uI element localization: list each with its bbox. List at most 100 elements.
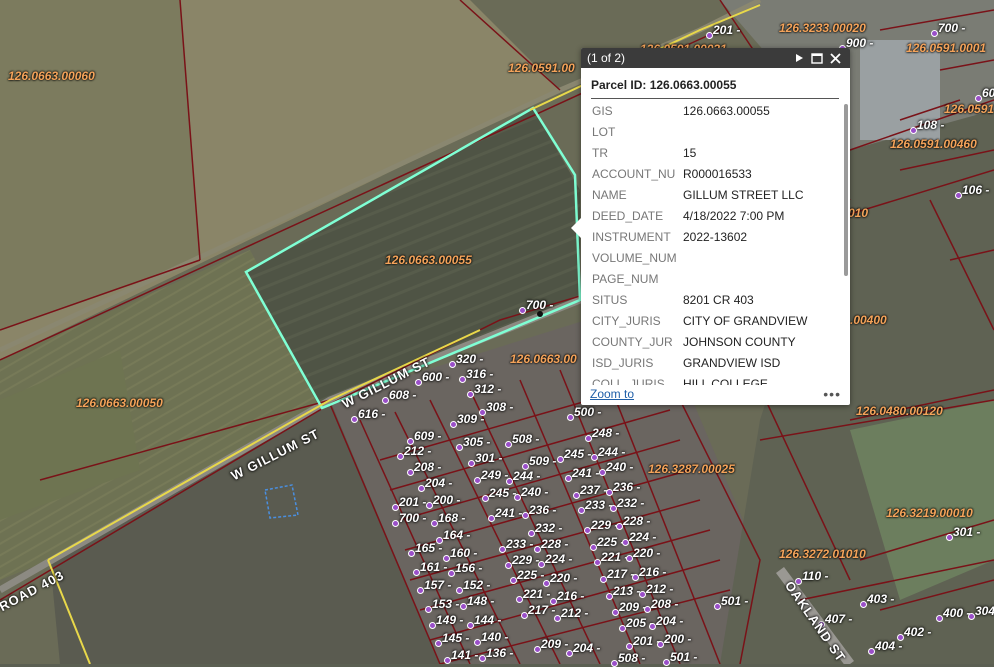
lot-number: 609 - [406,429,442,445]
lot-number: 900 - [838,36,874,52]
lot-number: 320 - [448,352,484,368]
attribute-row: LOT [581,121,850,142]
lot-number: 244 - [590,445,626,461]
lot-number: 232 - [527,521,563,537]
lot-number: 508 - [504,432,540,448]
lot-number: 509 - [521,454,557,470]
lot-number: 305 - [455,435,491,451]
parcel-label: 010 [848,206,869,220]
lot-number: 149 - [428,613,464,629]
next-feature-button[interactable] [790,48,808,68]
lot-number: 403 - [859,592,895,608]
lot-number: 209 - [611,600,647,616]
lot-number: 220 - [625,546,661,562]
attribute-key: PAGE_NUM [592,271,659,286]
lot-number: 225 - [589,535,625,551]
lot-number: 236 - [605,480,641,496]
lot-number: 224 - [621,530,657,546]
lot-number: 600 - [414,370,450,386]
lot-number: 200 - [425,493,461,509]
attribute-row: ISD_JURIS GRANDVIEW ISD [581,352,850,373]
lot-number: 145 - [434,631,470,647]
parcel-label: 126.3219.00010 [886,506,973,520]
parcel-label: 126.0663.00 [510,352,577,366]
close-icon [829,52,841,64]
lot-number: 308 - [478,400,514,416]
lot-number: 240 - [513,485,549,501]
lot-number: 221 - [593,550,629,566]
close-button[interactable] [826,48,844,68]
attribute-row: SITUS 8201 CR 403 [581,289,850,310]
attribute-key: ACCOUNT_NU [592,166,676,181]
lot-number: 245 - [556,447,592,463]
parcel-label: 126.3287.00025 [648,462,735,476]
lot-number: 164 - [435,528,471,544]
lot-number: 301 - [945,525,981,541]
attribute-value: R000016533 [683,166,752,181]
lot-number: 160 - [442,546,478,562]
lot-number: 209 - [533,637,569,653]
attribute-value: 126.0663.00055 [683,103,770,118]
zoom-to-link[interactable]: Zoom to [590,387,823,401]
lot-number: 312 - [466,382,502,398]
lot-number: 148 - [459,594,495,610]
lot-number: 241 - [487,506,523,522]
attribute-key: CITY_JURIS [592,313,661,328]
lot-number: 213 - [605,584,641,600]
more-actions-button[interactable]: ••• [823,386,841,402]
lot-number: 241 - [564,466,600,482]
lot-number: 407 - [817,612,853,628]
attribute-key: TR [592,145,608,160]
lot-number: 225 - [509,568,545,584]
attribute-row: INSTRUMENT 2022-13602 [581,226,850,247]
lot-number: 110 - [794,569,829,585]
attribute-value: GILLUM STREET LLC [683,187,804,202]
attribute-key: LOT [592,124,616,139]
popup-footer: Zoom to ••• [581,383,850,405]
popup-header: (1 of 2) [581,48,850,68]
lot-number: 244 - [505,469,541,485]
parcel-label: 126.0591.00 [508,61,575,75]
lot-number: 501 - [713,594,749,610]
attribute-table[interactable]: GIS 126.0663.00055 LOT TR 15 ACCOUNT_NU R00… [581,100,850,386]
lot-number: 228 - [533,537,569,553]
lot-number: 240 - [598,460,634,476]
lot-number: 233 - [498,537,534,553]
lot-number: 141 - [443,648,479,664]
lot-number: 700 - [518,298,554,314]
lot-number: 108 - [909,118,945,134]
lot-number: 608 - [381,388,417,404]
attribute-value: 4/18/2022 7:00 PM [683,208,785,223]
popup-title: Parcel ID: 126.0663.00055 [591,68,839,99]
lot-number: 212 - [638,582,674,598]
parcel-label: 126.0663.00060 [8,69,95,83]
lot-number: 144 - [466,613,502,629]
lot-number: 217 - [599,567,635,583]
lot-number: 400 - [935,606,971,622]
lot-number: 316 - [458,367,494,383]
popup-pointer [571,218,581,238]
lot-number: 140 - [473,630,509,646]
attribute-row: ACCOUNT_NU R000016533 [581,163,850,184]
lot-number: 157 - [416,578,452,594]
lot-number: 501 - [662,650,698,666]
popup-scrollbar[interactable] [844,104,848,276]
lot-number: 212 - [553,606,589,622]
lot-number: 204 - [648,614,684,630]
attribute-key: SITUS [592,292,628,307]
lot-number: 165 - [407,541,443,557]
attribute-key: GIS [592,103,613,118]
lot-number: 204 - [565,641,601,657]
lot-number: 301 - [467,451,503,467]
attribute-value: JOHNSON COUNTY [683,334,796,349]
lot-number: 204 - [417,476,453,492]
attribute-key: COUNTY_JUR [592,334,673,349]
maximize-icon [811,52,823,64]
attribute-value: 8201 CR 403 [683,292,754,307]
lot-number: 212 - [396,444,432,460]
feature-count: (1 of 2) [587,51,626,65]
parcel-label: 126.0591.00460 [890,137,977,151]
attribute-row: GIS 126.0663.00055 [581,100,850,121]
attribute-key: NAME [592,187,627,202]
maximize-button[interactable] [808,48,826,68]
